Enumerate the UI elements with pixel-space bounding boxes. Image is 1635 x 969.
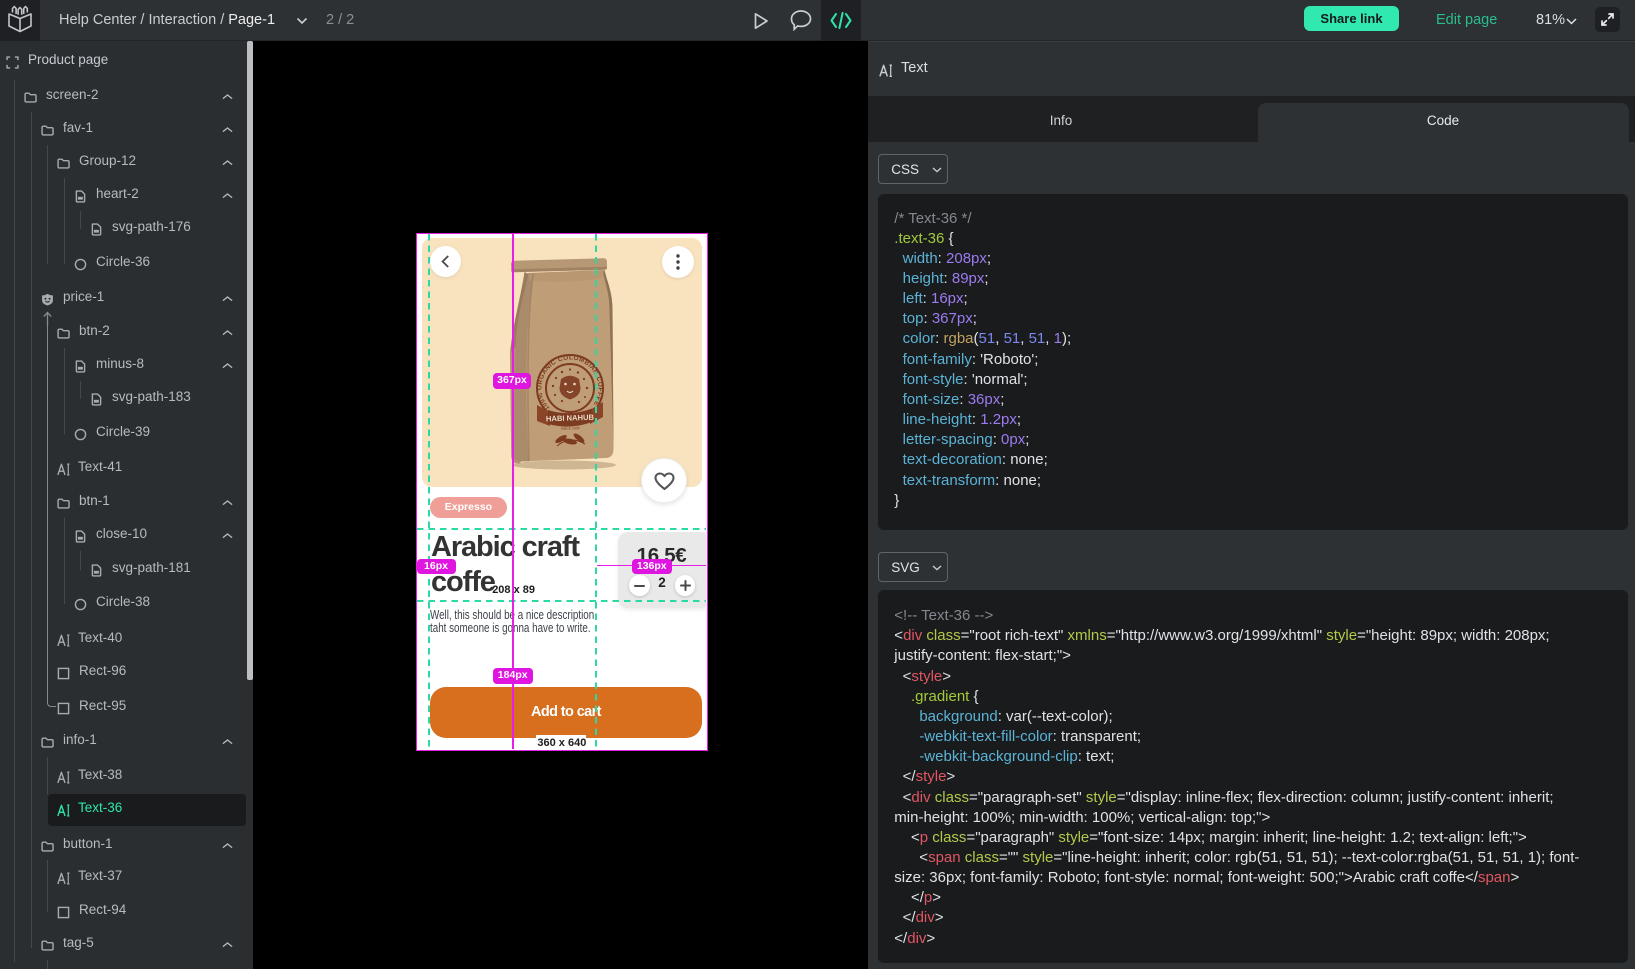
svg-text:HABI NAHUB: HABI NAHUB <box>545 412 594 423</box>
svg-text:SINCE 1938: SINCE 1938 <box>560 426 579 431</box>
